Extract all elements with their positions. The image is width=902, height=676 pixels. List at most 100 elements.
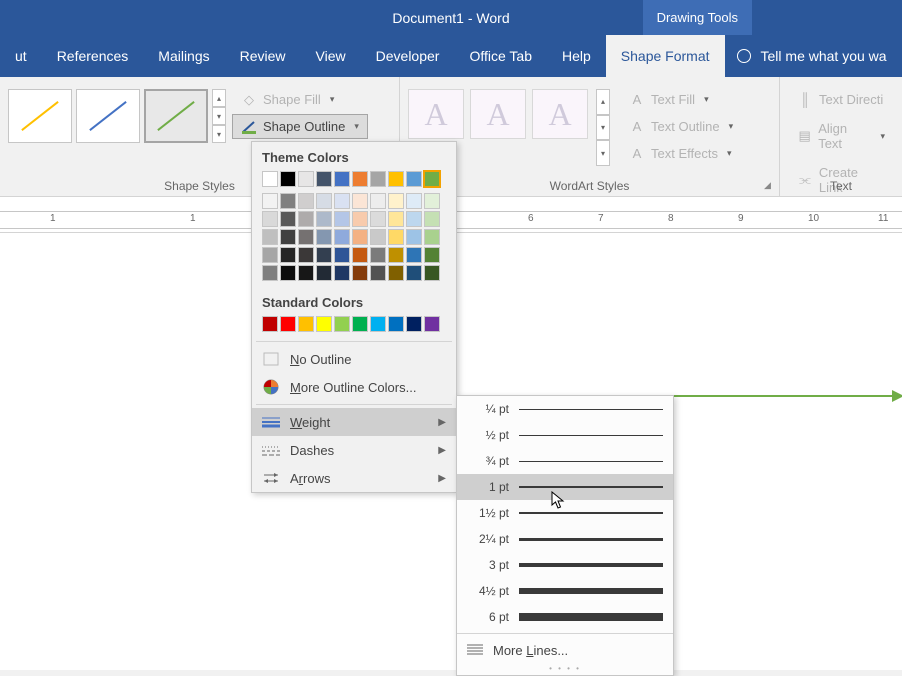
color-swatch[interactable] xyxy=(424,229,440,245)
color-swatch[interactable] xyxy=(370,229,386,245)
color-swatch[interactable] xyxy=(334,265,350,281)
text-direction-button[interactable]: ║ Text Directi xyxy=(788,87,894,112)
gallery-up-icon[interactable]: ▴ xyxy=(212,89,226,107)
weight-option[interactable]: 4½ pt xyxy=(457,578,673,604)
more-colors-item[interactable]: More Outline Colors... xyxy=(252,373,456,401)
color-swatch[interactable] xyxy=(424,171,440,187)
dashes-item[interactable]: Dashes ▶ xyxy=(252,436,456,464)
gallery-up-icon[interactable]: ▴ xyxy=(596,89,610,115)
color-swatch[interactable] xyxy=(262,193,278,209)
color-swatch[interactable] xyxy=(424,193,440,209)
color-swatch[interactable] xyxy=(352,171,368,187)
color-swatch[interactable] xyxy=(388,211,404,227)
color-swatch[interactable] xyxy=(262,211,278,227)
tab-review[interactable]: Review xyxy=(225,35,301,77)
color-swatch[interactable] xyxy=(316,171,332,187)
color-swatch[interactable] xyxy=(262,247,278,263)
color-swatch[interactable] xyxy=(334,247,350,263)
weight-option[interactable]: 1½ pt xyxy=(457,500,673,526)
color-swatch[interactable] xyxy=(334,171,350,187)
shape-fill-button[interactable]: ◇ Shape Fill ▾ xyxy=(232,87,368,112)
color-swatch[interactable] xyxy=(316,247,332,263)
color-swatch[interactable] xyxy=(352,247,368,263)
color-swatch[interactable] xyxy=(316,193,332,209)
weight-option[interactable]: 2¼ pt xyxy=(457,526,673,552)
color-swatch[interactable] xyxy=(334,229,350,245)
color-swatch[interactable] xyxy=(280,229,296,245)
color-swatch[interactable] xyxy=(316,316,332,332)
tab-developer[interactable]: Developer xyxy=(361,35,455,77)
text-effects-button[interactable]: A Text Effects▾ xyxy=(620,141,742,166)
color-swatch[interactable] xyxy=(424,265,440,281)
color-swatch[interactable] xyxy=(370,193,386,209)
gallery-more-icon[interactable]: ▾ xyxy=(212,125,226,143)
gallery-more-icon[interactable]: ▾ xyxy=(596,140,610,166)
color-swatch[interactable] xyxy=(334,211,350,227)
color-swatch[interactable] xyxy=(298,247,314,263)
color-swatch[interactable] xyxy=(262,265,278,281)
color-swatch[interactable] xyxy=(298,316,314,332)
color-swatch[interactable] xyxy=(352,316,368,332)
text-outline-button[interactable]: A Text Outline▾ xyxy=(620,114,742,139)
text-fill-button[interactable]: A Text Fill▾ xyxy=(620,87,742,112)
color-swatch[interactable] xyxy=(370,316,386,332)
no-outline-item[interactable]: No Outline xyxy=(252,345,456,373)
color-swatch[interactable] xyxy=(388,316,404,332)
color-swatch[interactable] xyxy=(316,211,332,227)
dialog-launcher-icon[interactable]: ◢ xyxy=(764,180,776,192)
shape-style-thumb[interactable] xyxy=(8,89,72,143)
color-swatch[interactable] xyxy=(388,171,404,187)
align-text-button[interactable]: ▤ Align Text▾ xyxy=(788,116,894,156)
color-swatch[interactable] xyxy=(424,211,440,227)
color-swatch[interactable] xyxy=(370,211,386,227)
color-swatch[interactable] xyxy=(406,171,422,187)
weight-item[interactable]: Weight ▶ xyxy=(252,408,456,436)
color-swatch[interactable] xyxy=(298,193,314,209)
color-swatch[interactable] xyxy=(334,193,350,209)
wordart-thumb[interactable]: A xyxy=(408,89,464,139)
more-lines-item[interactable]: More Lines... xyxy=(457,637,673,664)
color-swatch[interactable] xyxy=(280,211,296,227)
wordart-thumb[interactable]: A xyxy=(470,89,526,139)
color-swatch[interactable] xyxy=(280,247,296,263)
tell-me[interactable]: Tell me what you wa xyxy=(725,35,887,77)
color-swatch[interactable] xyxy=(262,316,278,332)
color-swatch[interactable] xyxy=(424,316,440,332)
color-swatch[interactable] xyxy=(388,229,404,245)
color-swatch[interactable] xyxy=(370,265,386,281)
weight-option[interactable]: ½ pt xyxy=(457,422,673,448)
color-swatch[interactable] xyxy=(352,265,368,281)
tab-office-tab[interactable]: Office Tab xyxy=(454,35,547,77)
color-swatch[interactable] xyxy=(280,171,296,187)
color-swatch[interactable] xyxy=(388,265,404,281)
color-swatch[interactable] xyxy=(298,211,314,227)
tab-view[interactable]: View xyxy=(301,35,361,77)
color-swatch[interactable] xyxy=(406,316,422,332)
tab-help[interactable]: Help xyxy=(547,35,606,77)
color-swatch[interactable] xyxy=(370,171,386,187)
weight-option[interactable]: ¼ pt xyxy=(457,396,673,422)
color-swatch[interactable] xyxy=(352,211,368,227)
color-swatch[interactable] xyxy=(280,265,296,281)
color-swatch[interactable] xyxy=(262,171,278,187)
shape-style-thumb[interactable] xyxy=(76,89,140,143)
shape-style-thumb[interactable] xyxy=(144,89,208,143)
tab-shape-format[interactable]: Shape Format xyxy=(606,35,725,77)
tab-layout[interactable]: ut xyxy=(0,35,42,77)
color-swatch[interactable] xyxy=(406,229,422,245)
color-swatch[interactable] xyxy=(298,229,314,245)
weight-option[interactable]: 1 pt xyxy=(457,474,673,500)
color-swatch[interactable] xyxy=(370,247,386,263)
weight-option[interactable]: 6 pt xyxy=(457,604,673,630)
color-swatch[interactable] xyxy=(280,193,296,209)
color-swatch[interactable] xyxy=(262,229,278,245)
color-swatch[interactable] xyxy=(298,265,314,281)
color-swatch[interactable] xyxy=(424,247,440,263)
weight-option[interactable]: ¾ pt xyxy=(457,448,673,474)
color-swatch[interactable] xyxy=(334,316,350,332)
color-swatch[interactable] xyxy=(406,265,422,281)
color-swatch[interactable] xyxy=(388,247,404,263)
color-swatch[interactable] xyxy=(352,193,368,209)
color-swatch[interactable] xyxy=(298,171,314,187)
color-swatch[interactable] xyxy=(316,265,332,281)
